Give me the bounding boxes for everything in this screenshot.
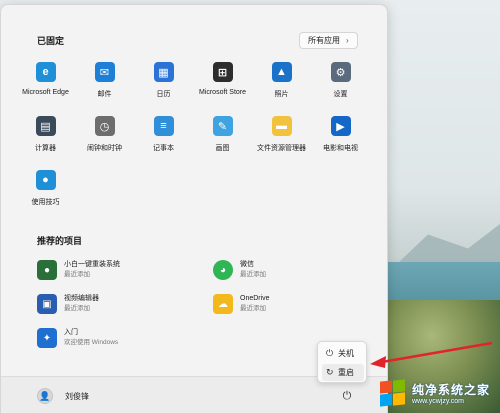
power-button[interactable]: ⏻: [340, 389, 354, 403]
pinned-app-label: Microsoft Edge: [22, 89, 69, 96]
settings-icon: ⚙: [330, 62, 351, 82]
recommended-item-name: 微信: [240, 261, 254, 268]
chevron-right-icon: ›: [346, 36, 349, 45]
all-apps-button[interactable]: 所有应用 ›: [299, 32, 358, 49]
pinned-app-tile[interactable]: ▶ 电影和电视: [311, 113, 370, 167]
movies-icon: ▶: [330, 116, 351, 136]
pinned-app-label: 照片: [274, 91, 289, 98]
getstarted-icon: ✦: [37, 328, 57, 348]
all-apps-label: 所有应用: [308, 36, 340, 45]
shutdown-label: 关机: [338, 349, 354, 358]
recommended-item-name: 小白一键重装系统: [64, 261, 120, 268]
power-menu: ⏻ 关机 ↻ 重启: [317, 341, 367, 383]
pinned-app-label: 使用技巧: [31, 199, 60, 206]
pinned-app-label: 邮件: [97, 91, 112, 98]
recommended-item-name: OneDrive: [240, 295, 270, 302]
recommended-item-sub: 最近添加: [64, 271, 90, 278]
onedrive-icon: ☁: [213, 294, 233, 314]
power-icon: ⏻: [326, 348, 334, 358]
pinned-app-label: 文件资源管理器: [257, 145, 306, 152]
pinned-app-label: 记事本: [153, 145, 174, 152]
recommended-item[interactable]: ● 小白一键重装系统 最近添加: [37, 260, 120, 280]
pinned-apps-grid: e Microsoft Edge ✉ 邮件 ▦ 日历 ⊞ Microsoft Store ▲ 照片…: [16, 59, 370, 221]
watermark-logo-icon: [380, 379, 406, 407]
pinned-app-tile[interactable]: ● 使用技巧: [16, 167, 75, 221]
watermark: 纯净系统之家 www.ycwjzy.com: [376, 373, 500, 413]
pinned-app-tile[interactable]: ▲ 照片: [252, 59, 311, 113]
pinned-app-label: 闹钟和时钟: [87, 145, 122, 152]
recommended-item[interactable]: ☁ OneDrive 最近添加: [213, 294, 270, 314]
pinned-app-tile[interactable]: ▦ 日历: [134, 59, 193, 113]
recommended-item-sub: 欢迎使用 Windows: [64, 339, 119, 346]
restart-menu-item[interactable]: ↻ 重启: [322, 364, 364, 381]
calculator-icon: ▤: [35, 116, 56, 136]
start-menu: 已固定 所有应用 › e Microsoft Edge ✉ 邮件 ▦ 日历 ⊞ Microso…: [0, 4, 388, 413]
user-avatar-icon[interactable]: 👤: [37, 388, 53, 404]
mail-icon: ✉: [94, 62, 115, 82]
pinned-app-tile[interactable]: ▬ 文件资源管理器: [252, 113, 311, 167]
calendar-icon: ▦: [153, 62, 174, 82]
pinned-section-title: 已固定: [37, 36, 65, 46]
pinned-app-label: 日历: [156, 91, 171, 98]
folder-icon: ▬: [271, 116, 292, 136]
user-name[interactable]: 刘俊锋: [65, 391, 89, 402]
pinned-app-label: 计算器: [35, 145, 56, 152]
pinned-app-label: 电影和电视: [323, 145, 358, 152]
shutdown-menu-item[interactable]: ⏻ 关机: [322, 345, 364, 362]
recommended-item-sub: 最近添加: [240, 271, 266, 278]
watermark-url: www.ycwjzy.com: [412, 398, 464, 405]
pinned-app-tile[interactable]: ▤ 计算器: [16, 113, 75, 167]
recommended-item-name: 入门: [64, 329, 78, 336]
recommended-item-sub: 最近添加: [64, 305, 90, 312]
edge-icon: e: [35, 62, 56, 82]
clock-icon: ◷: [94, 116, 115, 136]
recommended-section-title: 推荐的项目: [37, 236, 83, 246]
pinned-app-tile[interactable]: ✎ 画图: [193, 113, 252, 167]
recommended-item-sub: 最近添加: [240, 305, 266, 312]
pinned-app-tile[interactable]: ⊞ Microsoft Store: [193, 59, 252, 113]
video-editor-icon: ▣: [37, 294, 57, 314]
restart-label: 重启: [338, 368, 354, 377]
recommended-item-name: 视频编辑器: [64, 295, 99, 302]
pinned-app-tile[interactable]: e Microsoft Edge: [16, 59, 75, 113]
pinned-app-tile[interactable]: ◷ 闹钟和时钟: [75, 113, 134, 167]
recommended-item[interactable]: ◕ 微信 最近添加: [213, 260, 266, 280]
pinned-app-label: 画图: [215, 145, 230, 152]
notepad-icon: ≡: [153, 116, 174, 136]
pinned-app-label: 设置: [333, 91, 348, 98]
pinned-app-tile[interactable]: ⚙ 设置: [311, 59, 370, 113]
pinned-app-tile[interactable]: ✉ 邮件: [75, 59, 134, 113]
power-icon: ⏻: [342, 389, 352, 402]
paint-icon: ✎: [212, 116, 233, 136]
wechat-icon: ◕: [213, 260, 233, 280]
xiaobai-icon: ●: [37, 260, 57, 280]
tips-icon: ●: [35, 170, 56, 190]
photos-icon: ▲: [271, 62, 292, 82]
recommended-item[interactable]: ▣ 视频编辑器 最近添加: [37, 294, 99, 314]
recommended-item[interactable]: ✦ 入门 欢迎使用 Windows: [37, 328, 118, 348]
store-icon: ⊞: [212, 62, 233, 82]
pinned-app-tile[interactable]: ≡ 记事本: [134, 113, 193, 167]
watermark-title: 纯净系统之家: [412, 383, 491, 397]
pinned-app-label: Microsoft Store: [198, 89, 247, 96]
restart-icon: ↻: [326, 367, 334, 377]
